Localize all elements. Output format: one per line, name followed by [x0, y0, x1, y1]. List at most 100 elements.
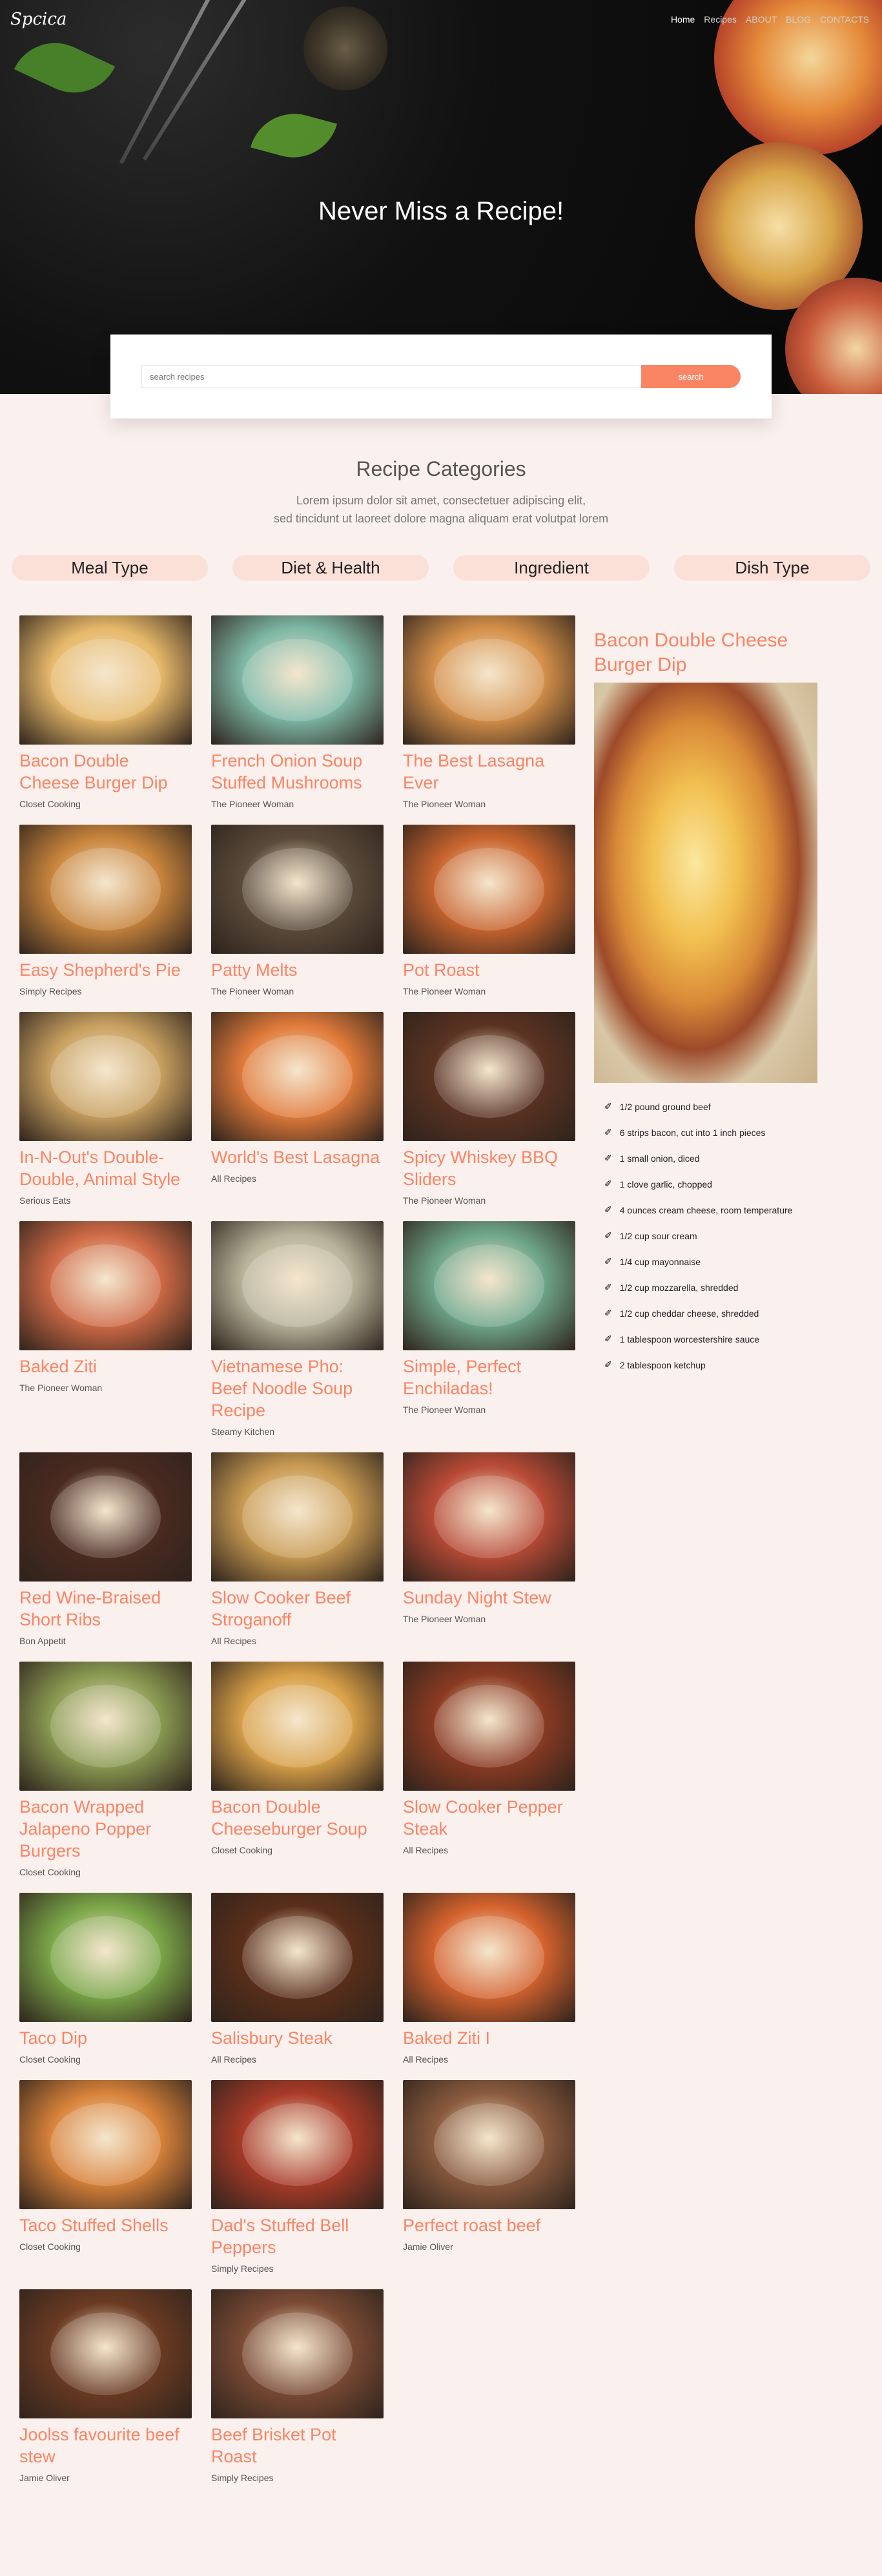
recipe-title[interactable]: Simple, Perfect Enchiladas! [403, 1355, 575, 1399]
tab-diet-health[interactable]: Diet & Health [232, 555, 429, 581]
recipe-image[interactable] [403, 1662, 575, 1791]
tab-ingredient[interactable]: Ingredient [453, 555, 650, 581]
recipe-title[interactable]: Sunday Night Stew [403, 1587, 575, 1609]
recipe-card[interactable]: Pot Roast The Pioneer Woman [403, 825, 575, 996]
recipe-card[interactable]: Bacon Wrapped Jalapeno Popper Burgers Clo… [19, 1662, 192, 1877]
recipe-card[interactable]: Beef Brisket Pot Roast Simply Recipes [211, 2289, 384, 2483]
recipe-card[interactable]: Salisbury Steak All Recipes [211, 1893, 384, 2065]
recipe-image[interactable] [403, 1452, 575, 1582]
recipe-card[interactable]: Vietnamese Pho: Beef Noodle Soup Recipe S… [211, 1221, 384, 1437]
recipe-card[interactable]: Taco Dip Closet Cooking [19, 1893, 192, 2065]
recipe-image[interactable] [19, 1662, 192, 1791]
recipe-title[interactable]: World's Best Lasagna [211, 1146, 384, 1168]
recipe-image[interactable] [211, 1662, 384, 1791]
recipe-image[interactable] [19, 2080, 192, 2209]
recipe-card[interactable]: Slow Cooker Pepper Steak All Recipes [403, 1662, 575, 1877]
recipe-title[interactable]: Bacon Wrapped Jalapeno Popper Burgers [19, 1796, 192, 1862]
recipe-title[interactable]: Bacon Double Cheese Burger Dip [19, 750, 192, 794]
recipe-title[interactable]: Easy Shepherd's Pie [19, 959, 192, 981]
recipe-title[interactable]: French Onion Soup Stuffed Mushrooms [211, 750, 384, 794]
recipe-card[interactable]: Red Wine-Braised Short Ribs Bon Appetit [19, 1452, 192, 1646]
recipe-title[interactable]: Joolss favourite beef stew [19, 2424, 192, 2468]
nav-home[interactable]: Home [671, 14, 695, 25]
recipe-title[interactable]: Vietnamese Pho: Beef Noodle Soup Recipe [211, 1355, 384, 1421]
recipe-card[interactable]: Baked Ziti I All Recipes [403, 1893, 575, 2065]
recipe-title[interactable]: Slow Cooker Pepper Steak [403, 1796, 575, 1840]
recipe-source: All Recipes [403, 1845, 449, 1855]
nav-contacts[interactable]: CONTACTS [820, 14, 869, 25]
recipe-image[interactable] [211, 615, 384, 745]
recipe-title[interactable]: In-N-Out's Double-Double, Animal Style [19, 1146, 192, 1190]
recipe-card[interactable]: Joolss favourite beef stew Jamie Oliver [19, 2289, 192, 2483]
recipe-card[interactable]: Easy Shepherd's Pie Simply Recipes [19, 825, 192, 996]
recipe-image[interactable] [403, 2080, 575, 2209]
recipe-image[interactable] [211, 1452, 384, 1582]
recipe-card[interactable]: French Onion Soup Stuffed Mushrooms The P… [211, 615, 384, 809]
brand-logo[interactable]: Spcica [10, 10, 67, 29]
recipe-title[interactable]: Slow Cooker Beef Stroganoff [211, 1587, 384, 1631]
recipe-title[interactable]: Dad's Stuffed Bell Peppers [211, 2214, 384, 2258]
recipe-card[interactable]: In-N-Out's Double-Double, Animal Style Se… [19, 1012, 192, 1206]
recipe-image[interactable] [19, 1012, 192, 1141]
recipe-card[interactable]: Sunday Night Stew The Pioneer Woman [403, 1452, 575, 1646]
recipe-card[interactable]: Taco Stuffed Shells Closet Cooking [19, 2080, 192, 2274]
recipe-image[interactable] [403, 1012, 575, 1141]
search-input[interactable] [141, 365, 641, 388]
recipe-source: The Pioneer Woman [211, 799, 294, 809]
recipe-title[interactable]: Taco Dip [19, 2027, 192, 2049]
recipe-image[interactable] [19, 825, 192, 954]
recipe-image[interactable] [403, 1221, 575, 1350]
recipe-image[interactable] [211, 1012, 384, 1141]
recipe-title[interactable]: Pot Roast [403, 959, 575, 981]
recipe-title[interactable]: Patty Melts [211, 959, 384, 981]
recipe-title[interactable]: Taco Stuffed Shells [19, 2214, 192, 2236]
recipe-image[interactable] [403, 1893, 575, 2022]
categories-line-1: Lorem ipsum dolor sit amet, consectetuer… [296, 494, 586, 507]
recipe-title[interactable]: Perfect roast beef [403, 2214, 575, 2236]
recipe-card[interactable]: The Best Lasagna Ever The Pioneer Woman [403, 615, 575, 809]
pin-icon: ✐ [604, 1256, 612, 1266]
recipe-card[interactable]: Patty Melts The Pioneer Woman [211, 825, 384, 996]
page-footer-space [0, 2499, 882, 2576]
recipe-image[interactable] [19, 2289, 192, 2418]
recipe-image[interactable] [211, 825, 384, 954]
recipe-card[interactable]: Spicy Whiskey BBQ Sliders The Pioneer Wom… [403, 1012, 575, 1206]
recipe-image[interactable] [19, 1452, 192, 1582]
recipe-title[interactable]: Baked Ziti I [403, 2027, 575, 2049]
recipe-image[interactable] [19, 615, 192, 745]
recipe-image[interactable] [19, 1221, 192, 1350]
recipe-image[interactable] [403, 825, 575, 954]
recipe-title[interactable]: Baked Ziti [19, 1355, 192, 1377]
ingredient-list: ✐ 1/2 pound ground beef ✐ 6 strips bacon, c… [594, 1101, 837, 1370]
tab-meal-type[interactable]: Meal Type [12, 555, 208, 581]
nav-about[interactable]: ABOUT [746, 14, 777, 25]
recipe-source: Closet Cooking [19, 1867, 81, 1877]
recipe-image[interactable] [211, 1893, 384, 2022]
recipe-card[interactable]: World's Best Lasagna All Recipes [211, 1012, 384, 1206]
recipe-image[interactable] [403, 615, 575, 745]
nav-recipes[interactable]: Recipes [704, 14, 737, 25]
recipe-card[interactable]: Perfect roast beef Jamie Oliver [403, 2080, 575, 2274]
recipe-image[interactable] [211, 2289, 384, 2418]
recipe-image[interactable] [19, 1893, 192, 2022]
recipe-title[interactable]: Beef Brisket Pot Roast [211, 2424, 384, 2468]
recipe-image[interactable] [211, 2080, 384, 2209]
recipe-card[interactable]: Baked Ziti The Pioneer Woman [19, 1221, 192, 1437]
recipe-card[interactable]: Dad's Stuffed Bell Peppers Simply Recipes [211, 2080, 384, 2274]
nav-blog[interactable]: BLOG [786, 14, 811, 25]
recipe-source: The Pioneer Woman [403, 1614, 486, 1624]
recipe-title[interactable]: Salisbury Steak [211, 2027, 384, 2049]
search-button[interactable]: search [641, 365, 741, 388]
recipe-card[interactable]: Slow Cooker Beef Stroganoff All Recipes [211, 1452, 384, 1646]
recipe-title[interactable]: Red Wine-Braised Short Ribs [19, 1587, 192, 1631]
recipe-image[interactable] [211, 1221, 384, 1350]
recipe-card[interactable]: Simple, Perfect Enchiladas! The Pioneer W… [403, 1221, 575, 1437]
pin-icon: ✐ [604, 1359, 612, 1370]
recipe-card[interactable]: Bacon Double Cheeseburger Soup Closet Coo… [211, 1662, 384, 1877]
tab-dish-type[interactable]: Dish Type [674, 555, 870, 581]
pin-icon: ✐ [604, 1204, 612, 1215]
recipe-title[interactable]: Spicy Whiskey BBQ Sliders [403, 1146, 575, 1190]
recipe-title[interactable]: Bacon Double Cheeseburger Soup [211, 1796, 384, 1840]
recipe-card[interactable]: Bacon Double Cheese Burger Dip Closet Coo… [19, 615, 192, 809]
recipe-title[interactable]: The Best Lasagna Ever [403, 750, 575, 794]
